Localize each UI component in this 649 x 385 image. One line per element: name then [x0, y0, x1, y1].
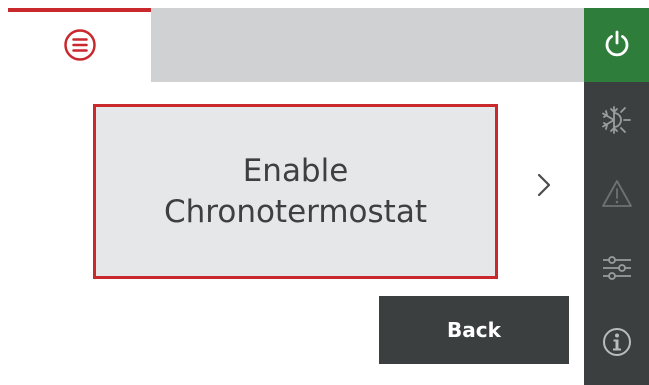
sliders-icon: [600, 251, 634, 289]
screen: Enable Chronotermostat Back: [8, 8, 649, 385]
warning-icon: [600, 178, 634, 214]
header-bar: [151, 8, 584, 82]
menu-tab[interactable]: [8, 8, 151, 82]
side-rail: [584, 8, 649, 385]
mode-button[interactable]: [584, 92, 649, 152]
menu-icon[interactable]: [63, 28, 97, 66]
power-button[interactable]: [584, 8, 649, 82]
chevron-right-icon[interactable]: [530, 168, 558, 202]
enable-chronothermostat-option[interactable]: Enable Chronotermostat: [93, 104, 498, 279]
alarms-button[interactable]: [584, 166, 649, 226]
power-icon: [602, 28, 632, 62]
option-label: Enable Chronotermostat: [164, 152, 427, 230]
info-icon: [601, 326, 633, 362]
back-button[interactable]: Back: [379, 296, 569, 364]
sun-snowflake-icon: [600, 103, 634, 141]
info-button[interactable]: [584, 314, 649, 374]
settings-button[interactable]: [584, 240, 649, 300]
